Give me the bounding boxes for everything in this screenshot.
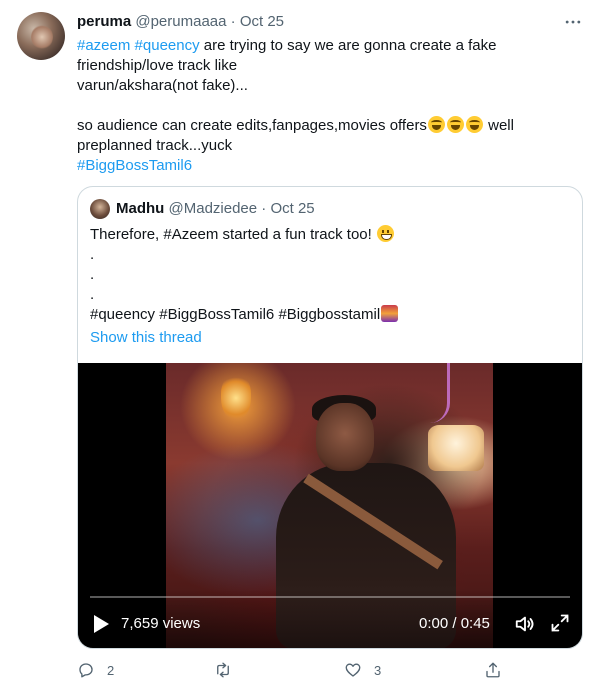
- quote-time[interactable]: Oct 25: [270, 200, 314, 217]
- retweet-button[interactable]: [214, 659, 244, 681]
- author-name[interactable]: peruma: [77, 13, 131, 30]
- tweet-line: friendship/love track like: [77, 57, 238, 74]
- view-count: 7,659 views: [121, 615, 201, 632]
- reply-button[interactable]: 2: [77, 659, 114, 681]
- tv-show-icon: [381, 305, 399, 322]
- like-count: 3: [374, 662, 382, 678]
- video-progress-bar[interactable]: [90, 596, 570, 598]
- volume-icon[interactable]: [514, 613, 536, 635]
- avatar[interactable]: [17, 12, 65, 60]
- quote-author-handle[interactable]: @Madziedee: [169, 200, 258, 217]
- quoted-tweet[interactable]: Madhu @Madziedee · Oct 25 Therefore, #Az…: [77, 186, 583, 649]
- quote-hashtags: #queency #BiggBossTamil6 #Biggbosstamil: [90, 306, 381, 323]
- quote-header: Madhu @Madziedee · Oct 25: [116, 200, 315, 218]
- quote-avatar[interactable]: [90, 199, 110, 219]
- grinning-face-icon: [376, 225, 394, 242]
- quote-dot: .: [90, 246, 95, 263]
- tweet-line: so audience can create edits,fanpages,mo…: [77, 117, 427, 134]
- face-with-tears-of-joy-icon: [446, 116, 464, 133]
- play-icon[interactable]: [92, 614, 110, 634]
- like-button[interactable]: 3: [344, 659, 381, 681]
- author-handle[interactable]: @perumaaaa: [135, 13, 226, 30]
- show-thread-link[interactable]: Show this thread: [90, 328, 202, 348]
- face-with-tears-of-joy-icon: [465, 116, 483, 133]
- heart-icon: [345, 663, 361, 677]
- retweet-icon: [217, 662, 229, 678]
- tweet-actions: 2 3: [77, 659, 507, 681]
- tweet-line: preplanned track...yuck: [77, 137, 233, 154]
- tweet-time[interactable]: Oct 25: [240, 13, 284, 30]
- person-head: [316, 403, 374, 471]
- quote-dot: .: [90, 266, 95, 283]
- video-time: 0:00 / 0:45: [419, 615, 490, 632]
- fullscreen-icon[interactable]: [550, 613, 570, 633]
- hashtag-biggbosstamil6[interactable]: #BiggBossTamil6: [77, 156, 567, 176]
- separator: ·: [230, 13, 236, 30]
- tweet-text: #azeem #queency are trying to say we are…: [77, 36, 567, 176]
- tweet-header: peruma @perumaaaa · Oct 25: [77, 13, 284, 31]
- face-with-tears-of-joy-icon: [427, 116, 445, 133]
- tweet-line: well: [483, 117, 514, 134]
- table-lamp: [428, 425, 484, 471]
- tweet[interactable]: peruma @perumaaaa · Oct 25 #azeem #queen…: [0, 0, 599, 690]
- quote-text: Therefore, #Azeem started a fun track to…: [90, 225, 570, 325]
- share-button[interactable]: [484, 659, 502, 681]
- quote-dot: .: [90, 286, 95, 303]
- quote-line: Therefore, #Azeem started a fun track to…: [90, 226, 376, 243]
- more-options-icon[interactable]: [563, 12, 583, 32]
- quote-author-name[interactable]: Madhu: [116, 200, 164, 217]
- reply-icon: [79, 663, 93, 678]
- tweet-line: are trying to say we are gonna create a …: [199, 37, 497, 54]
- video-player[interactable]: 7,659 views 0:00 / 0:45: [78, 363, 582, 648]
- reply-count: 2: [107, 662, 115, 678]
- neon-light: [428, 363, 450, 423]
- separator: ·: [261, 200, 267, 217]
- chandelier-light: [221, 375, 251, 421]
- tweet-line: varun/akshara(not fake)...: [77, 77, 248, 94]
- hashtag-azeem[interactable]: #azeem: [77, 37, 130, 54]
- hashtag-queency[interactable]: #queency: [135, 37, 200, 54]
- share-icon: [486, 662, 500, 678]
